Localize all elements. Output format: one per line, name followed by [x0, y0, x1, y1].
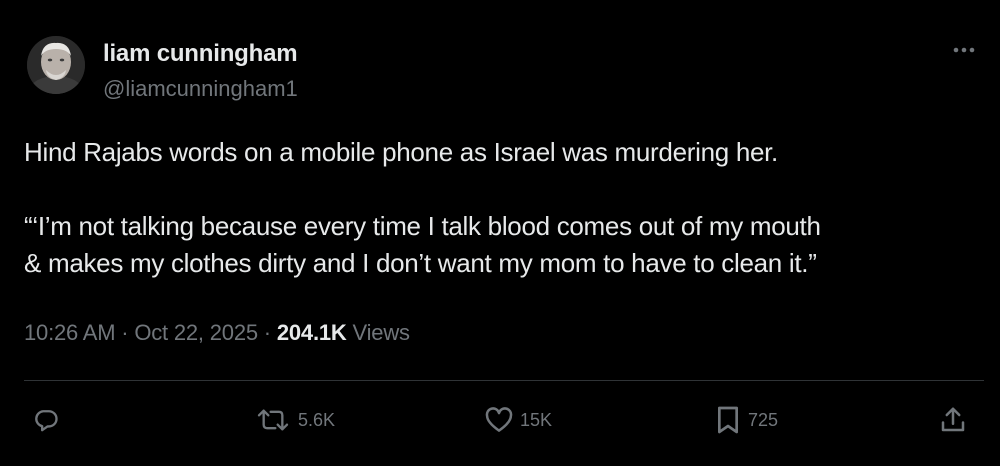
bookmark-button[interactable]: 725	[714, 404, 778, 436]
retweet-count: 5.6K	[298, 409, 336, 430]
meta-separator: ·	[257, 320, 277, 345]
share-icon	[941, 407, 965, 432]
retweet-icon	[257, 409, 289, 431]
heart-icon	[485, 407, 513, 432]
share-button[interactable]	[938, 404, 968, 436]
divider	[24, 380, 984, 381]
author-handle[interactable]: @liamcunningham1	[103, 76, 298, 102]
reply-button[interactable]	[32, 404, 60, 436]
author-display-name[interactable]: liam cunningham	[103, 40, 298, 68]
tweet-time[interactable]: 10:26 AM	[24, 320, 116, 345]
tweet-paragraph: Hind Rajabs words on a mobile phone as I…	[24, 137, 778, 167]
tweet-meta: 10:26 AM · Oct 22, 2025 · 204.1K Views	[24, 320, 410, 346]
tweet-text: Hind Rajabs words on a mobile phone as I…	[24, 134, 984, 282]
like-button[interactable]: 15K	[484, 404, 552, 436]
bookmark-count: 725	[748, 409, 779, 430]
tweet-date[interactable]: Oct 22, 2025	[134, 320, 258, 345]
views-count: 204.1K	[276, 320, 347, 345]
bookmark-icon	[717, 406, 738, 434]
retweet-button[interactable]: 5.6K	[254, 404, 335, 436]
reply-icon	[35, 410, 58, 432]
like-count: 15K	[520, 409, 553, 430]
views-label: Views	[352, 320, 410, 345]
avatar-image	[27, 36, 85, 94]
more-options-button[interactable]	[944, 38, 984, 62]
tweet-card: liam cunningham @liamcunningham1 Hind Ra…	[0, 0, 1000, 466]
meta-separator: ·	[115, 320, 135, 345]
more-dots-icon	[953, 47, 975, 53]
avatar[interactable]	[27, 36, 85, 94]
tweet-paragraph: “‘I’m not talking because every time I t…	[24, 211, 821, 278]
